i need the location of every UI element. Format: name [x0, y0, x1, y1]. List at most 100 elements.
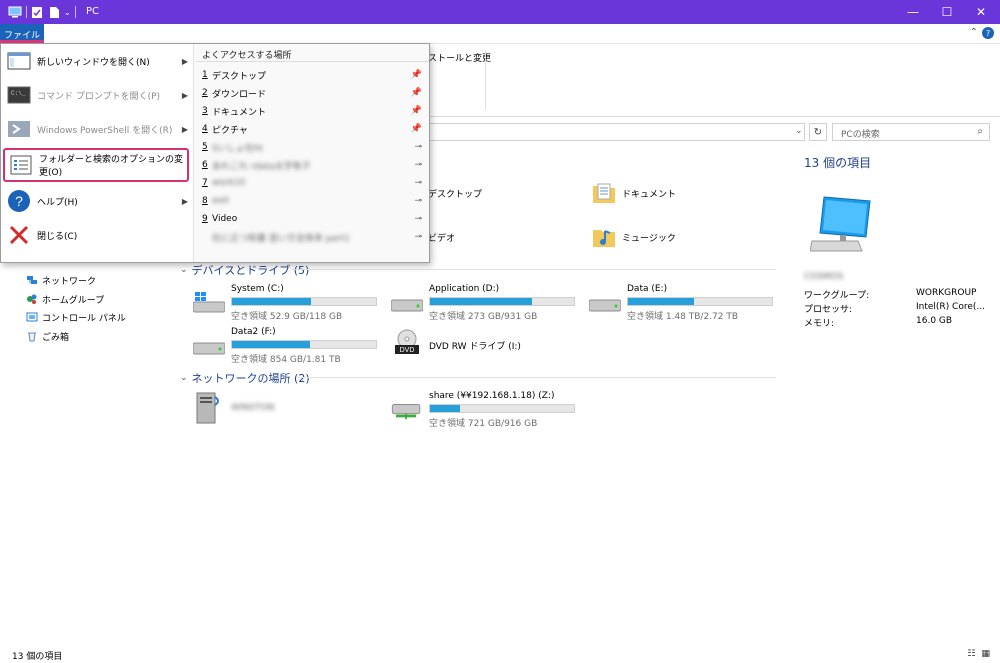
drive-d[interactable]: Application (D:) 空き領域 273 GB/931 GB	[391, 284, 581, 322]
frequent-places-title: よくアクセスする場所	[202, 51, 292, 61]
frequent-item[interactable]: 8 ee0 ⊸	[202, 192, 426, 210]
unpin-icon[interactable]: ⊸	[414, 160, 422, 170]
search-icon[interactable]: ⌕	[977, 126, 983, 137]
collapse-chevron-icon[interactable]: ⌄	[180, 373, 188, 383]
pin-icon[interactable]: 📌	[411, 70, 422, 80]
frequent-item[interactable]: 1 デスクトップ 📌	[202, 66, 426, 84]
frequent-item[interactable]: 社に正つ和書 塗い方全体本 part1 ⊸	[202, 228, 426, 246]
drive-free-space: 空き領域 273 GB/931 GB	[429, 312, 538, 322]
search-input[interactable]: PCの検索	[841, 127, 880, 140]
unpin-icon[interactable]: ⊸	[414, 142, 422, 152]
qat-dropdown-icon[interactable]: ⌄	[64, 8, 71, 17]
frequent-item[interactable]: 6 あれこれ rdata太字有子 ⊸	[202, 156, 426, 174]
folder-label: デスクトップ	[428, 189, 483, 200]
ribbon-uninstall-label[interactable]: ストールと変更	[428, 51, 491, 64]
folder-music[interactable]: ミュージック	[592, 225, 676, 249]
drive-f[interactable]: Data2 (F:) 空き領域 854 GB/1.81 TB	[193, 327, 383, 365]
dvd-drive-icon: DVD	[395, 329, 419, 354]
drive-name: System (C:)	[231, 284, 284, 294]
help-icon[interactable]: ?	[982, 27, 994, 39]
windows-drive-icon	[193, 292, 225, 313]
recycle-bin-icon	[28, 332, 36, 342]
submenu-arrow-icon: ▶	[181, 90, 188, 100]
drive-usage-bar	[231, 297, 377, 306]
folder-documents[interactable]: ドキュメント	[592, 181, 676, 205]
group-network-header[interactable]: ⌄ ネットワークの場所 (2)	[180, 370, 776, 386]
drive-free-space: 空き領域 52.9 GB/118 GB	[231, 312, 343, 322]
drive-e[interactable]: Data (E:) 空き領域 1.48 TB/2.72 TB	[589, 284, 779, 322]
prop-memory-value: 16.0 GB	[916, 316, 953, 326]
close-window-button[interactable]: ✕	[964, 0, 998, 24]
nav-item-label: コントロール パネル	[42, 313, 126, 324]
menu-new-window[interactable]: 新しいウィンドウを開く(N) ▶	[1, 44, 194, 78]
computer-icon	[810, 196, 871, 252]
folder-desktop[interactable]: デスクトップ	[428, 181, 482, 205]
drive-name: Data2 (F:)	[231, 327, 276, 337]
prop-workgroup-key: ワークグループ:	[804, 291, 870, 301]
nav-item-label: ホームグループ	[42, 295, 105, 306]
menu-powershell[interactable]: Windows PowerShell を開く(R) ▶	[1, 112, 194, 146]
pc-icon[interactable]	[8, 6, 22, 18]
group-devices-header[interactable]: ⌄ デバイスとドライブ (5)	[180, 262, 776, 278]
collapse-chevron-icon[interactable]: ⌄	[180, 265, 188, 275]
hard-drive-icon	[391, 299, 423, 312]
quick-access-toolbar: ⌄	[8, 5, 80, 19]
menu-folder-options[interactable]: フォルダーと検索のオプションの変更(O)	[3, 148, 189, 182]
svg-text:DVD: DVD	[400, 347, 415, 354]
drive-free-space: 空き領域 721 GB/916 GB	[429, 419, 538, 429]
pin-icon[interactable]: 📌	[411, 106, 422, 116]
nav-item-recycle-bin[interactable]: ごみ箱	[26, 328, 69, 344]
unpin-icon[interactable]: ⊸	[414, 196, 422, 206]
homegroup-icon	[27, 294, 37, 304]
frequent-item[interactable]: 7 work10 ⊸	[202, 174, 426, 192]
drive-c[interactable]: System (C:) 空き領域 52.9 GB/118 GB	[193, 284, 383, 322]
folder-label: ドキュメント	[622, 189, 677, 200]
ribbon-collapse-icon[interactable]: ⌃	[970, 27, 978, 38]
hard-drive-icon	[589, 299, 621, 312]
minimize-button[interactable]: —	[896, 0, 930, 24]
prop-processor-value: Intel(R) Core(...	[916, 302, 985, 312]
new-window-icon	[7, 52, 31, 70]
nav-item-label: ネットワーク	[42, 276, 97, 287]
prop-processor-key: プロセッサ:	[804, 305, 853, 315]
new-folder-icon[interactable]	[49, 6, 60, 19]
close-icon	[9, 225, 29, 245]
pin-icon[interactable]: 📌	[411, 124, 422, 134]
drive-usage-bar	[627, 297, 773, 306]
control-panel-icon	[26, 312, 38, 322]
folder-label: ミュージック	[622, 233, 676, 244]
nav-item-homegroup[interactable]: ホームグループ	[26, 291, 104, 307]
address-dropdown-icon[interactable]: ⌄	[795, 126, 803, 136]
frequent-item[interactable]: 2 ダウンロード 📌	[202, 84, 426, 102]
drive-usage-bar	[429, 404, 575, 413]
drive-usage-bar	[429, 297, 575, 306]
menu-command-prompt[interactable]: C:\_ コマンド プロンプトを開く(P) ▶	[1, 78, 194, 112]
maximize-button[interactable]: ☐	[930, 0, 964, 24]
folder-label: ビデオ	[428, 233, 456, 244]
details-view-icon[interactable]: ☷	[967, 649, 975, 659]
menu-help[interactable]: ? ヘルプ(H) ▶	[1, 184, 194, 218]
frequent-item[interactable]: 5 Sいしょ社ht ⊸	[202, 138, 426, 156]
network-location-name: WINSTON	[231, 403, 275, 413]
refresh-button[interactable]: ↻	[809, 123, 827, 141]
frequent-item[interactable]: 4 ピクチャ 📌	[202, 120, 426, 138]
drive-free-space: 空き領域 1.48 TB/2.72 TB	[627, 312, 739, 322]
unpin-icon[interactable]: ⊸	[414, 232, 422, 242]
unpin-icon[interactable]: ⊸	[414, 214, 422, 224]
network-location-winston[interactable]: WINSTON	[193, 391, 383, 425]
drive-i-dvd[interactable]: DVD DVD RW ドライブ (I:)	[391, 327, 581, 361]
submenu-arrow-icon: ▶	[181, 196, 188, 206]
pin-icon[interactable]: 📌	[411, 88, 422, 98]
details-title: 13 個の項目	[804, 156, 872, 170]
folder-videos[interactable]: ビデオ	[428, 225, 455, 249]
large-icons-view-icon[interactable]: ▦	[981, 649, 990, 659]
network-drive-z[interactable]: share (¥¥192.168.1.18) (Z:) 空き領域 721 GB/…	[391, 391, 581, 429]
unpin-icon[interactable]: ⊸	[414, 178, 422, 188]
properties-icon[interactable]	[31, 6, 43, 19]
search-box[interactable]: PCの検索 ⌕	[832, 123, 990, 141]
nav-item-control-panel[interactable]: コントロール パネル	[26, 309, 126, 325]
menu-close[interactable]: 閉じる(C)	[1, 218, 194, 252]
frequent-item[interactable]: 3 ドキュメント 📌	[202, 102, 426, 120]
nav-item-network[interactable]: ネットワーク	[26, 272, 96, 288]
frequent-item[interactable]: 9 Video ⊸	[202, 210, 426, 228]
